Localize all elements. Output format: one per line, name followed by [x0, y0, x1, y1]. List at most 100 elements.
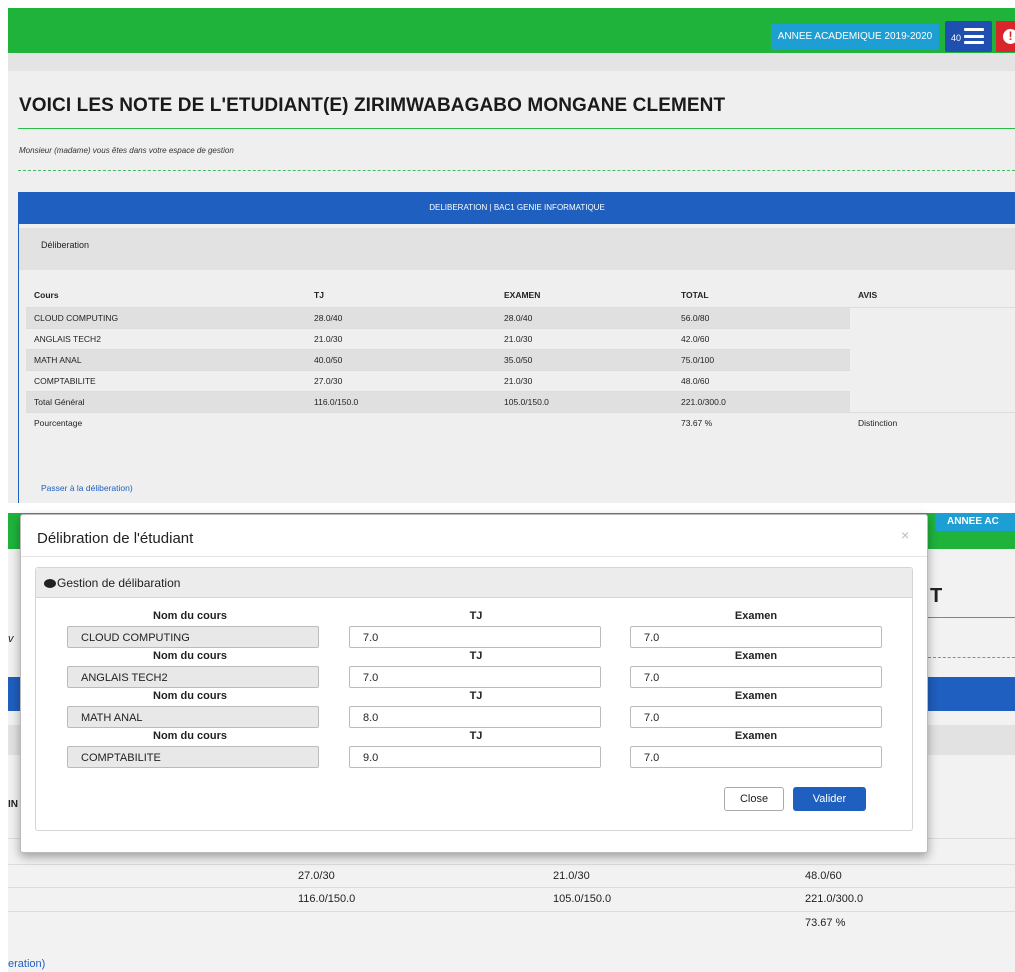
background-table-row: 73.67 % [8, 911, 1015, 933]
background-title-fragment: T [930, 585, 943, 607]
cell-percent-label: Pourcentage [26, 411, 306, 433]
main-content: VOICI LES NOTE DE L'ETUDIANT(E) ZIRIMWAB… [8, 71, 1015, 503]
dashed-divider [18, 170, 1015, 171]
label-course: Nom du cours [153, 730, 227, 742]
cell-total: 48.0/60 [673, 369, 850, 391]
deliberation-panel: DELIBERATION | BAC1 GENIE INFORMATIQUE D… [18, 192, 1015, 503]
column-header-avis: AVIS [858, 289, 878, 300]
cell-cours: MATH ANAL [26, 348, 306, 370]
grades-page-screenshot: ANNEE ACADEMIQUE 2019-2020 40 ! VOICI LE… [0, 0, 1015, 503]
course-name-field: ANGLAIS TECH2 [67, 666, 319, 688]
bg-cell-tj: 116.0/150.0 [298, 893, 356, 905]
bg-cell-total: 221.0/300.0 [805, 893, 864, 905]
column-header-cours: Cours [34, 289, 59, 300]
panel-subheader: Déliberation [19, 228, 1015, 270]
cell-tj: 40.0/50 [306, 348, 496, 370]
bg-cell-percent: 73.67 % [805, 917, 846, 929]
bg-cell-tj: 27.0/30 [298, 870, 335, 882]
label-course: Nom du cours [153, 650, 227, 662]
label-tj: TJ [469, 690, 483, 702]
label-tj: TJ [469, 650, 483, 662]
course-name-field: COMPTABILITE [67, 746, 319, 768]
table-row: CLOUD COMPUTING 28.0/40 28.0/40 56.0/80 [26, 306, 1015, 412]
table-header-row: Cours TJ EXAMEN TOTAL AVIS [26, 283, 1015, 307]
label-exam: Examen [734, 690, 778, 702]
column-header-total: TOTAL [681, 289, 709, 300]
submit-button[interactable]: Valider [793, 787, 866, 811]
notifications-button[interactable]: 40 [945, 21, 992, 52]
page-subtitle: Monsieur (madame) vous êtes dans votre e… [19, 146, 234, 155]
background-subtitle-fragment: v [8, 633, 14, 645]
label-exam: Examen [734, 650, 778, 662]
background-table-row: 116.0/150.0 105.0/150.0 221.0/300.0 [8, 887, 1015, 909]
cell-examen: 28.0/40 [496, 306, 673, 328]
bg-cell-total: 48.0/60 [805, 870, 842, 882]
page-title: VOICI LES NOTE DE L'ETUDIANT(E) ZIRIMWAB… [19, 95, 726, 116]
background-dashed-divider [928, 657, 1015, 658]
tj-input[interactable]: 7.0 [349, 666, 601, 688]
cell-avis-value: Distinction [850, 411, 1015, 433]
cell-total: 56.0/80 [673, 306, 850, 328]
menu-icon [964, 28, 984, 44]
cell-total: 221.0/300.0 [673, 390, 850, 412]
cell-examen: 21.0/30 [496, 369, 673, 391]
exam-input[interactable]: 7.0 [630, 666, 882, 688]
table-row-percentage: Pourcentage 73.67 % Distinction [26, 411, 1015, 433]
bg-cell-examen: 21.0/30 [553, 870, 590, 882]
exam-input[interactable]: 7.0 [630, 706, 882, 728]
label-tj: TJ [469, 610, 483, 622]
cell-examen: 21.0/30 [496, 327, 673, 349]
course-name-field: MATH ANAL [67, 706, 319, 728]
alert-button[interactable]: ! [996, 21, 1015, 52]
background-title-divider [928, 617, 1015, 618]
title-divider [18, 128, 1015, 129]
background-header-fragment: IN [8, 799, 18, 810]
notification-count: 40 [951, 33, 962, 43]
cell-tj: 27.0/30 [306, 369, 496, 391]
label-course: Nom du cours [153, 610, 227, 622]
cell-tj: 28.0/40 [306, 306, 496, 328]
panel-header: DELIBERATION | BAC1 GENIE INFORMATIQUE [19, 192, 1015, 224]
background-year-badge: ANNEE AC [935, 513, 1015, 531]
form-panel-title: Gestion de délibaration [57, 576, 181, 590]
cell-total: 42.0/60 [673, 327, 850, 349]
bg-cell-examen: 105.0/150.0 [553, 893, 612, 905]
close-button[interactable]: Close [724, 787, 784, 811]
tj-input[interactable]: 8.0 [349, 706, 601, 728]
cell-avis [850, 306, 1015, 412]
column-header-tj: TJ [314, 289, 324, 300]
comments-icon [44, 579, 56, 589]
grades-table: Cours TJ EXAMEN TOTAL AVIS CLOUD COMPUTI… [26, 283, 1015, 433]
deliberation-modal-screenshot: ANNEE AC T v IN 40.0/30 35.0/50 75.0/100… [0, 503, 1015, 972]
label-exam: Examen [734, 730, 778, 742]
cell-examen: 35.0/50 [496, 348, 673, 370]
cell-tj: 116.0/150.0 [306, 390, 496, 412]
cell-cours: CLOUD COMPUTING [26, 306, 306, 328]
label-tj: TJ [469, 730, 483, 742]
modal-title: Délibration de l'étudiant [37, 530, 194, 547]
modal-header-divider [21, 556, 927, 557]
cell-cours: Total Général [26, 390, 306, 412]
label-exam: Examen [734, 610, 778, 622]
column-header-examen: EXAMEN [504, 289, 541, 300]
alert-icon: ! [1003, 29, 1015, 44]
tj-input[interactable]: 7.0 [349, 626, 601, 648]
cell-cours: ANGLAIS TECH2 [26, 327, 306, 349]
tj-input[interactable]: 9.0 [349, 746, 601, 768]
cell-cours: COMPTABILITE [26, 369, 306, 391]
cell-examen: 105.0/150.0 [496, 390, 673, 412]
background-table-row: 27.0/30 21.0/30 48.0/60 [8, 864, 1015, 886]
breadcrumb-strip [8, 53, 1015, 71]
close-icon[interactable]: × [901, 527, 909, 543]
background-link-fragment[interactable]: eration) [8, 958, 45, 970]
exam-input[interactable]: 7.0 [630, 746, 882, 768]
academic-year-badge[interactable]: ANNEE ACADEMIQUE 2019-2020 [771, 24, 939, 50]
top-navbar: ANNEE ACADEMIQUE 2019-2020 40 ! [8, 8, 1015, 53]
deliberation-link[interactable]: Passer à la déliberation) [41, 483, 133, 493]
exam-input[interactable]: 7.0 [630, 626, 882, 648]
cell-total: 75.0/100 [673, 348, 850, 370]
cell-percent-value: 73.67 % [673, 411, 850, 433]
form-panel-header: Gestion de délibaration [36, 568, 912, 598]
label-course: Nom du cours [153, 690, 227, 702]
cell-tj: 21.0/30 [306, 327, 496, 349]
